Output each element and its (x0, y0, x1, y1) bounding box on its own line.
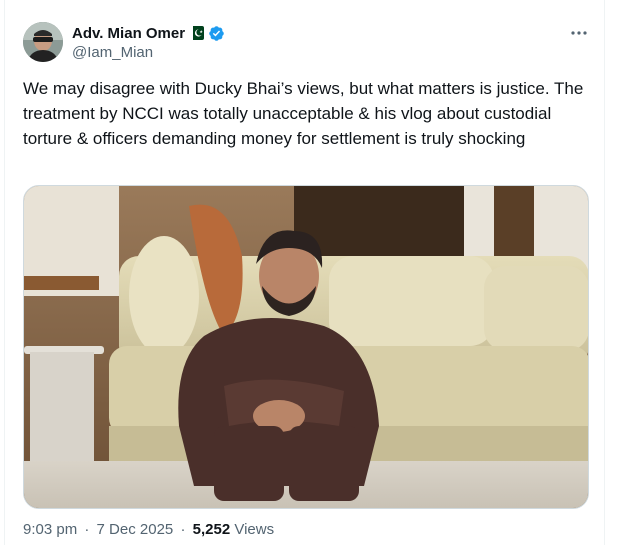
more-options-icon[interactable] (568, 24, 590, 42)
author-display-name[interactable]: Adv. Mian Omer (72, 25, 185, 42)
tweet-media-photo[interactable] (23, 185, 589, 509)
tweet-meta: 9:03 pm · 7 Dec 2025 · 5,252 Views (23, 521, 274, 538)
views-count: 5,252 (192, 521, 231, 538)
views-label: Views (234, 521, 275, 538)
author-handle[interactable]: @Iam_Mian (72, 44, 153, 61)
meta-separator: · (180, 521, 186, 538)
author-name-row: Adv. Mian Omer (72, 23, 225, 43)
tweet-date[interactable]: 7 Dec 2025 (97, 521, 174, 538)
tweet-card: Adv. Mian Omer @Iam_Mian We may disagree… (0, 0, 636, 545)
tweet-text: We may disagree with Ducky Bhai’s views,… (23, 79, 584, 148)
tweet-time[interactable]: 9:03 pm (23, 521, 77, 538)
column-border-right (604, 0, 605, 545)
pakistan-flag-icon (189, 26, 205, 40)
avatar[interactable] (23, 22, 63, 62)
verified-badge-icon[interactable] (208, 25, 225, 42)
column-border-left (4, 0, 5, 545)
meta-separator: · (84, 521, 90, 538)
